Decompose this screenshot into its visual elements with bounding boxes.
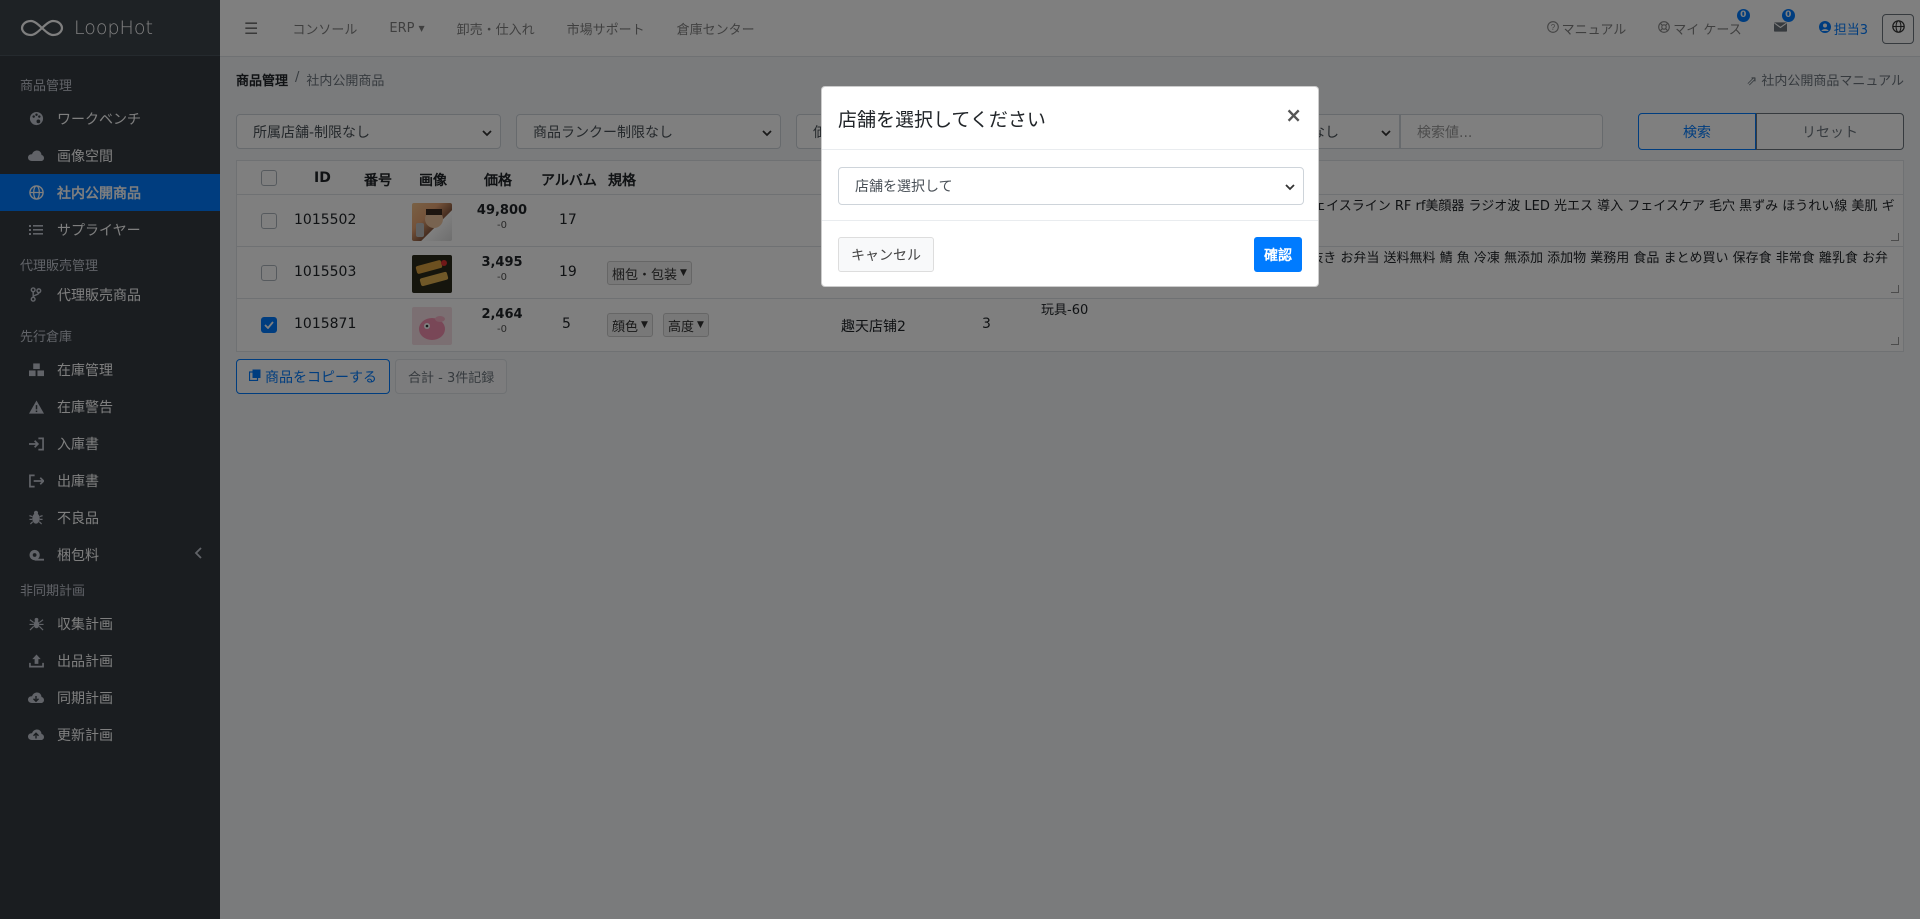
chevron-down-icon	[1285, 180, 1295, 196]
cancel-button[interactable]: キャンセル	[838, 237, 934, 272]
modal-header: 店舗を選択してください ×	[822, 87, 1318, 150]
modal-body: 店舗を選択して	[822, 150, 1318, 221]
close-icon[interactable]: ×	[1285, 103, 1302, 127]
confirm-button[interactable]: 確認	[1254, 237, 1302, 272]
store-select-value: 店舗を選択して	[855, 179, 953, 195]
store-select[interactable]: 店舗を選択して	[838, 167, 1304, 205]
modal-title: 店舗を選択してください	[838, 108, 1046, 131]
select-store-modal: 店舗を選択してください × 店舗を選択して キャンセル 確認	[821, 86, 1319, 287]
